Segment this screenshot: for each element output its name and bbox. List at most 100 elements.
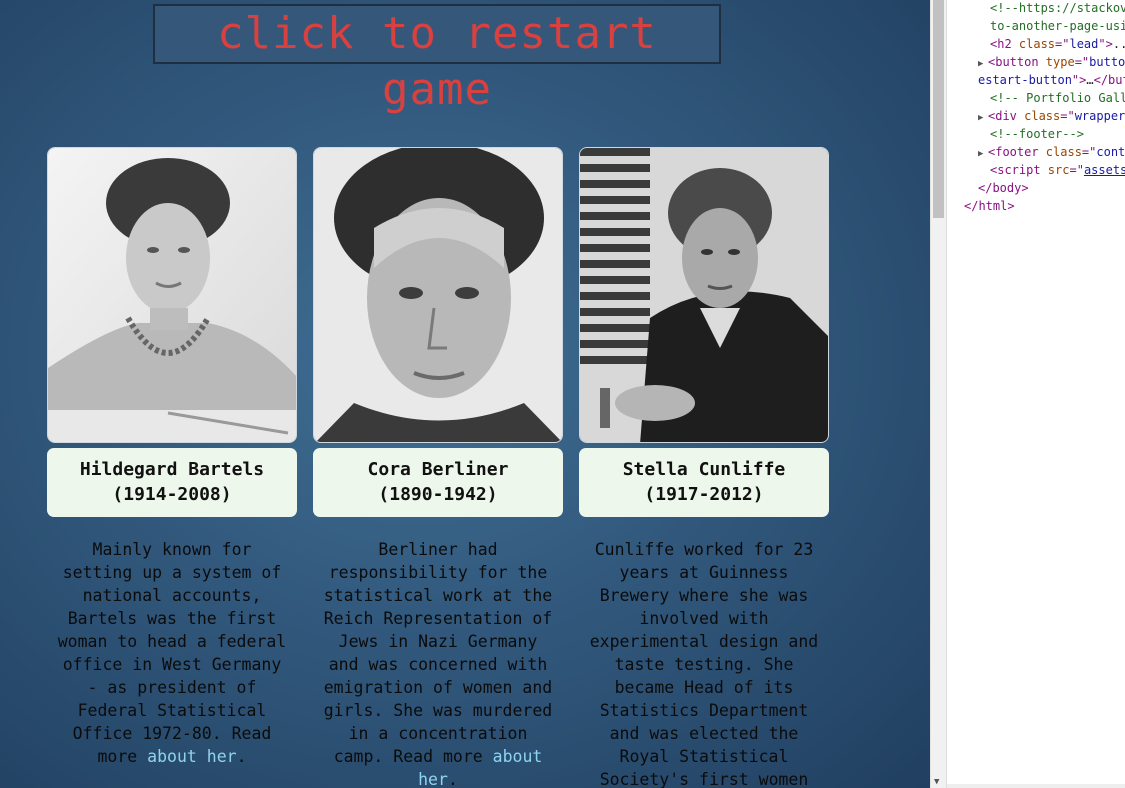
bio-text: . <box>236 747 247 766</box>
dom-text: </but <box>1093 73 1125 87</box>
dom-text: <script <box>990 163 1048 177</box>
dom-text: <h2 <box>990 37 1019 51</box>
bio-line: woman to head a federal <box>57 632 287 651</box>
dom-text: </html> <box>964 199 1015 213</box>
dom-node-comment[interactable]: <!--footer--> <box>990 125 1084 143</box>
bio-line: statistical work at the <box>323 586 553 605</box>
dom-node-comment[interactable]: <!-- Portfolio Gall <box>990 89 1125 107</box>
bio-line: became Head of its <box>614 678 794 697</box>
restart-game-button[interactable]: click to restart game <box>153 4 721 115</box>
bio-line: emigration of women and <box>323 678 553 697</box>
bio-line: Federal Statistical <box>77 701 267 720</box>
script-src-link[interactable]: assets <box>1084 163 1125 177</box>
expand-triangle-icon[interactable]: ▶ <box>978 109 988 127</box>
dom-text: =" <box>1081 145 1097 159</box>
page-scrollbar[interactable]: ▼ <box>930 0 946 788</box>
bio-line: experimental design and <box>589 632 819 651</box>
person-name: Stella Cunliffe <box>622 459 786 480</box>
bio-line: Jews in Nazi Germany <box>338 632 538 651</box>
dom-text: lead <box>1069 37 1099 51</box>
photo-hildegard-bartels <box>47 147 297 443</box>
bio-line: and was concerned with <box>328 655 548 674</box>
devtools-elements-panel: <!--https://stackov to-another-page-usi … <box>946 0 1125 788</box>
dom-node-script[interactable]: <script src="assets <box>990 161 1125 179</box>
bio-line: setting up a system of <box>62 563 282 582</box>
bio-text: camp. Read more <box>333 747 493 766</box>
about-her-link-continued[interactable]: her <box>418 770 448 788</box>
dom-text: class <box>1024 109 1061 123</box>
dom-text: src <box>1047 163 1070 177</box>
dom-text: class <box>1045 145 1082 159</box>
dom-text: =" <box>1074 55 1090 69</box>
dom-text: .. <box>1112 37 1125 51</box>
dom-text: =" <box>1069 163 1084 177</box>
page-viewport: click to restart game Hildegard Bartels … <box>0 0 930 788</box>
person-name: Cora Berliner <box>367 459 509 480</box>
dom-text: <!--footer--> <box>990 127 1084 141</box>
dom-text: =" <box>1055 37 1070 51</box>
person-years: (1890-1942) <box>378 484 498 505</box>
dom-text: <footer <box>988 145 1046 159</box>
dom-node-h2[interactable]: <h2 class="lead">.. <box>990 35 1125 53</box>
dom-text: cont <box>1096 145 1125 159</box>
expand-triangle-icon[interactable]: ▶ <box>978 145 988 163</box>
dom-text: <!-- Portfolio Gall <box>990 91 1125 105</box>
bio-line: responsibility for the <box>328 563 548 582</box>
bio-line: taste testing. She <box>614 655 794 674</box>
dom-text: … <box>1086 73 1094 87</box>
dom-text: type <box>1045 55 1075 69</box>
bio-line: Office 1972-80. Read <box>72 724 272 743</box>
bio-line: in a concentration <box>348 724 528 743</box>
dom-node-button-continued[interactable]: estart-button">…</but <box>978 71 1125 89</box>
dom-node-footer[interactable]: ▶ <footer class="cont <box>978 143 1125 163</box>
dom-node-div[interactable]: ▶ <div class="wrapper <box>978 107 1125 127</box>
photo-stella-cunliffe <box>579 147 829 443</box>
bio-line: more about her. <box>41 745 303 768</box>
bio-line: Statistics Department <box>599 701 809 720</box>
person-name: Hildegard Bartels <box>79 459 265 480</box>
bio-line: Royal Statistical <box>619 747 789 766</box>
name-box-cora-berliner: Cora Berliner (1890-1942) <box>313 448 563 517</box>
scrollbar-thumb[interactable] <box>933 0 944 218</box>
dom-node-body-close[interactable]: </body> <box>978 179 1029 197</box>
bio-line: Brewery where she was <box>599 586 809 605</box>
scroll-down-arrow-icon[interactable]: ▼ <box>934 777 939 787</box>
bio-line: Reich Representation of <box>323 609 553 628</box>
bio-line: national accounts, <box>82 586 262 605</box>
bio-line: Bartels was the first <box>67 609 277 628</box>
dom-text: =" <box>1060 109 1075 123</box>
bio-line: her. <box>307 768 569 788</box>
bio-line: girls. She was murdered <box>323 701 553 720</box>
dom-text: "> <box>1071 73 1087 87</box>
bio-line: years at Guinness <box>619 563 789 582</box>
bio-line: Cunliffe worked for 23 <box>594 540 814 559</box>
dom-node-comment[interactable]: <!--https://stackov <box>990 0 1125 17</box>
bio-text: . <box>447 770 458 788</box>
bio-line: Society's first women <box>599 770 809 788</box>
dom-text: estart-button <box>978 73 1072 87</box>
dom-text: to-another-page-usi <box>990 19 1125 33</box>
name-box-stella-cunliffe: Stella Cunliffe (1917-2012) <box>579 448 829 517</box>
bio-stella-cunliffe: Cunliffe worked for 23 years at Guinness… <box>573 538 835 788</box>
bio-text: more <box>97 747 148 766</box>
about-her-link[interactable]: about <box>493 747 543 766</box>
bio-line: - as president of <box>87 678 257 697</box>
bio-line: Berliner had <box>378 540 498 559</box>
dom-node-html-close[interactable]: </html> <box>964 197 1015 215</box>
bio-line: Mainly known for <box>92 540 252 559</box>
devtools-bottom-bar <box>947 784 1125 788</box>
dom-node-button[interactable]: ▶ <button type="butto <box>978 53 1125 73</box>
dom-text: </body> <box>978 181 1029 195</box>
about-her-link[interactable]: about her <box>147 747 236 766</box>
dom-text: wrapper <box>1074 109 1125 123</box>
dom-text: <div <box>988 109 1025 123</box>
bio-line: camp. Read more about <box>307 745 569 768</box>
dom-text: butto <box>1089 55 1125 69</box>
dom-text: <!--https://stackov <box>990 1 1125 15</box>
bio-line: and was elected the <box>609 724 799 743</box>
bio-cora-berliner: Berliner had responsibility for the stat… <box>307 538 569 788</box>
bio-line: office in West Germany <box>62 655 282 674</box>
dom-node-comment[interactable]: to-another-page-usi <box>990 17 1125 35</box>
photo-cora-berliner <box>313 147 563 443</box>
dom-text: <button <box>988 55 1046 69</box>
